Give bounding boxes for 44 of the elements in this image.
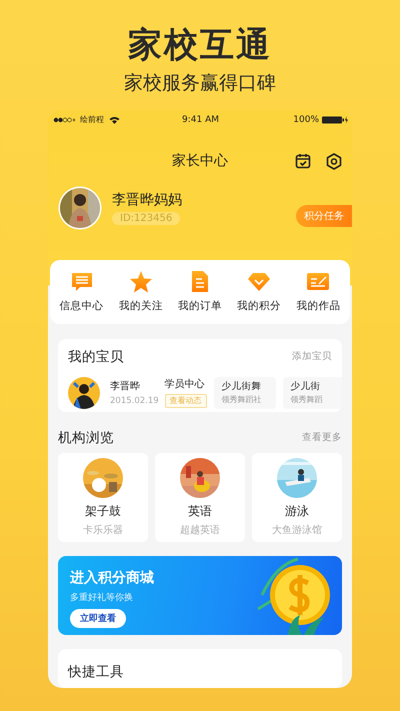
- banner-title: 进入积分商城: [70, 569, 154, 588]
- banner-subtitle: 多重好礼等你换: [70, 592, 133, 604]
- menu-item[interactable]: 我的作品: [296, 270, 340, 314]
- section-title: 机构浏览: [58, 428, 114, 447]
- clock-time: 9:41 AM: [182, 114, 219, 125]
- institution-name: 大鱼游泳馆: [272, 524, 322, 538]
- school-name: 领秀舞蹈: [290, 394, 323, 406]
- calendar-check-icon[interactable]: [295, 153, 311, 170]
- child-name: 李晋晔: [110, 380, 141, 394]
- class-card[interactable]: 少儿街舞 领秀舞蹈社: [214, 376, 276, 409]
- star-icon: [128, 270, 153, 294]
- school-name: 领秀舞蹈社: [222, 394, 262, 406]
- child-birthdate: 2015.02.19: [110, 396, 159, 406]
- page-title: 家长中心: [172, 152, 228, 170]
- subheadline: 家校服务赢得口碑: [124, 71, 276, 96]
- institution-category: 游泳: [285, 503, 309, 520]
- section-title: 快捷工具: [68, 662, 125, 681]
- settings-icon[interactable]: [326, 153, 342, 170]
- signal-icon: [53, 116, 75, 123]
- menu-item[interactable]: 我的关注: [118, 270, 163, 314]
- menu-item[interactable]: 信息中心: [60, 270, 104, 314]
- institution-card[interactable]: 架子鼓 卡乐乐器: [58, 453, 148, 542]
- course-name: 少儿街: [290, 380, 322, 394]
- headline: 家校互通: [128, 24, 272, 66]
- institution-name: 卡乐乐器: [83, 524, 123, 538]
- institution-card[interactable]: 英语 超越英语: [155, 453, 245, 542]
- institution-name: 超越英语: [180, 524, 220, 538]
- institution-card[interactable]: 游泳 大鱼游泳馆: [252, 453, 342, 542]
- course-name: 少儿街舞: [222, 380, 262, 394]
- menu-item[interactable]: 我的积分: [237, 270, 282, 314]
- student-center-label: 学员中心: [164, 378, 205, 392]
- institution-category: 架子鼓: [85, 503, 121, 520]
- carrier-name: 绘前程: [80, 114, 104, 126]
- user-name: 李晋晔妈妈: [112, 190, 182, 209]
- battery-percent: 100%: [293, 114, 319, 125]
- menu-item[interactable]: 我的订单: [178, 270, 222, 314]
- class-card[interactable]: 少儿街 领秀舞蹈: [282, 376, 342, 409]
- user-id: ID:123456: [112, 212, 180, 225]
- view-now-button[interactable]: 立即查看: [70, 609, 126, 628]
- battery-icon: [322, 116, 348, 124]
- points-mall-banner[interactable]: 进入积分商城 多重好礼等你换 立即查看: [58, 556, 342, 635]
- institution-category: 英语: [188, 503, 212, 520]
- wifi-icon: [109, 116, 120, 124]
- section-title: 我的宝贝: [68, 348, 124, 366]
